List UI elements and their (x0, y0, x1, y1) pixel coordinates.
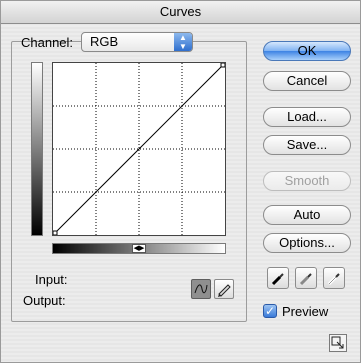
ok-button[interactable]: OK (263, 41, 351, 61)
white-eyedropper-icon (327, 273, 340, 286)
curve-endpoint-black[interactable] (53, 230, 58, 235)
curve-tool-button[interactable] (191, 279, 211, 299)
pencil-tool-button[interactable] (214, 279, 234, 299)
curve-tool-icon (194, 284, 208, 294)
channel-select[interactable]: RGB ▲ ▼ (81, 32, 193, 52)
resize-button[interactable] (329, 334, 347, 352)
channel-label: Channel: (21, 35, 74, 50)
cancel-button[interactable]: Cancel (263, 71, 351, 91)
gray-eyedropper-icon (299, 273, 312, 286)
curve-graph[interactable] (52, 62, 226, 236)
input-label: Input: (35, 272, 68, 287)
smooth-button[interactable]: Smooth (263, 171, 351, 191)
curve-svg (53, 63, 225, 235)
output-label: Output: (23, 293, 66, 308)
pencil-tool-icon (218, 284, 231, 297)
curve-endpoint-white[interactable] (220, 63, 225, 68)
output-gradient-bar (31, 62, 43, 236)
window-title: Curves (159, 4, 202, 19)
preview-checkbox[interactable]: ✓ (263, 304, 277, 318)
white-eyedropper-button[interactable] (323, 267, 345, 289)
curve-line[interactable] (53, 63, 225, 235)
gray-eyedropper-button[interactable] (295, 267, 317, 289)
load-button[interactable]: Load... (263, 107, 351, 127)
black-eyedropper-icon (271, 273, 284, 286)
curves-dialog: Curves Channel: RGB ▲ ▼ ◀▶ Input: Output: (0, 0, 361, 363)
channel-value: RGB (90, 34, 119, 49)
gradient-direction-toggle[interactable]: ◀▶ (132, 244, 146, 253)
auto-button[interactable]: Auto (263, 205, 351, 225)
preview-label: Preview (282, 304, 329, 319)
black-eyedropper-button[interactable] (267, 267, 289, 289)
expand-icon (331, 336, 344, 349)
options-button[interactable]: Options... (263, 233, 351, 253)
select-arrows-icon: ▲ ▼ (174, 33, 192, 51)
save-button[interactable]: Save... (263, 135, 351, 155)
title-bar: Curves (1, 1, 360, 24)
